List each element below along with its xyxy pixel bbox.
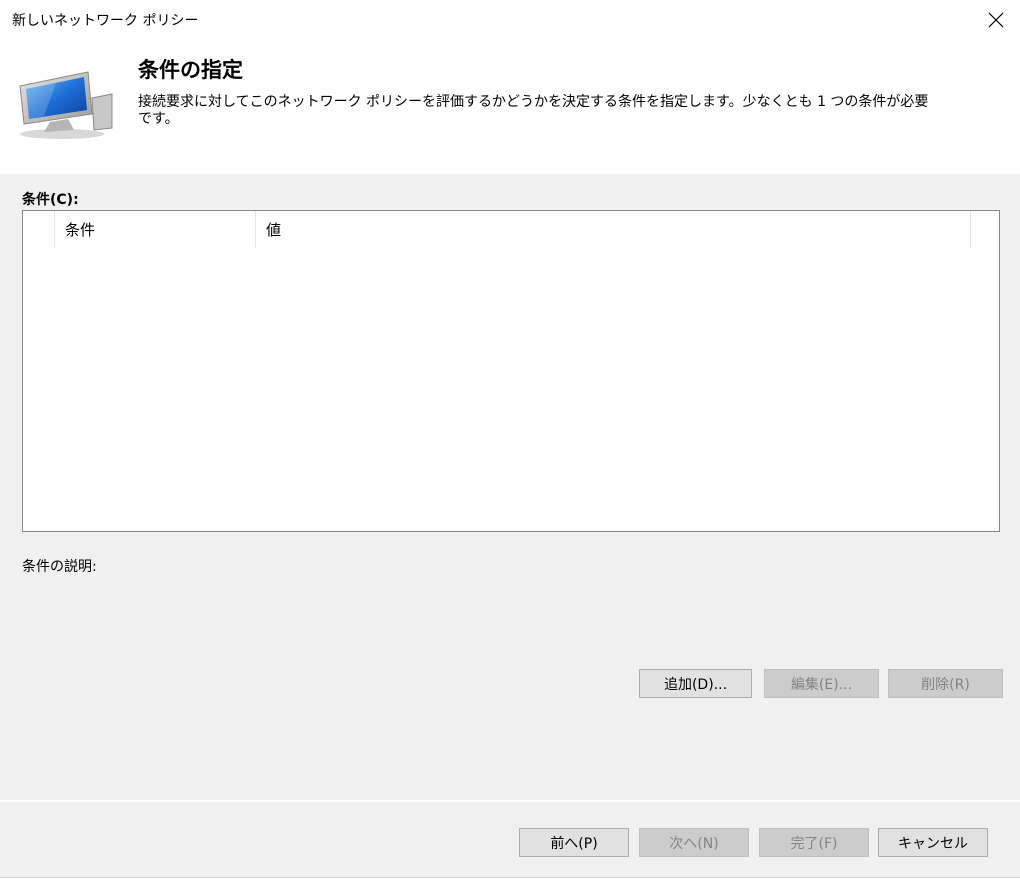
list-header: 条件 値 (23, 211, 999, 248)
conditions-label: 条件(C): (22, 192, 79, 208)
content-area: 条件(C): 条件 値 条件の説明: 追加(D)... 編集(E)... 削除(… (0, 174, 1020, 800)
add-button[interactable]: 追加(D)... (639, 669, 752, 698)
wizard-header: 条件の指定 接続要求に対してこのネットワーク ポリシーを評価するかどうかを決定す… (0, 40, 1020, 174)
cancel-button[interactable]: キャンセル (878, 828, 988, 857)
column-header-value[interactable]: 値 (255, 211, 971, 248)
bottom-edge (0, 877, 1020, 881)
title-bar: 新しいネットワーク ポリシー (0, 0, 1020, 40)
close-icon (988, 12, 1004, 28)
conditions-list[interactable]: 条件 値 (22, 210, 1000, 532)
finish-button: 完了(F) (759, 828, 869, 857)
close-button[interactable] (972, 0, 1020, 40)
next-button: 次へ(N) (639, 828, 749, 857)
page-description: 接続要求に対してこのネットワーク ポリシーを評価するかどうかを決定する条件を指定… (138, 94, 929, 127)
delete-button: 削除(R) (888, 669, 1003, 698)
page-title: 条件の指定 (138, 58, 243, 82)
window-title: 新しいネットワーク ポリシー (12, 13, 199, 29)
computer-monitor-icon (16, 68, 116, 144)
edit-button: 編集(E)... (764, 669, 879, 698)
column-header-condition[interactable]: 条件 (54, 211, 255, 248)
prev-button[interactable]: 前へ(P) (519, 828, 629, 857)
wizard-footer: 前へ(P) 次へ(N) 完了(F) キャンセル (0, 802, 1020, 879)
condition-description-label: 条件の説明: (22, 559, 97, 575)
